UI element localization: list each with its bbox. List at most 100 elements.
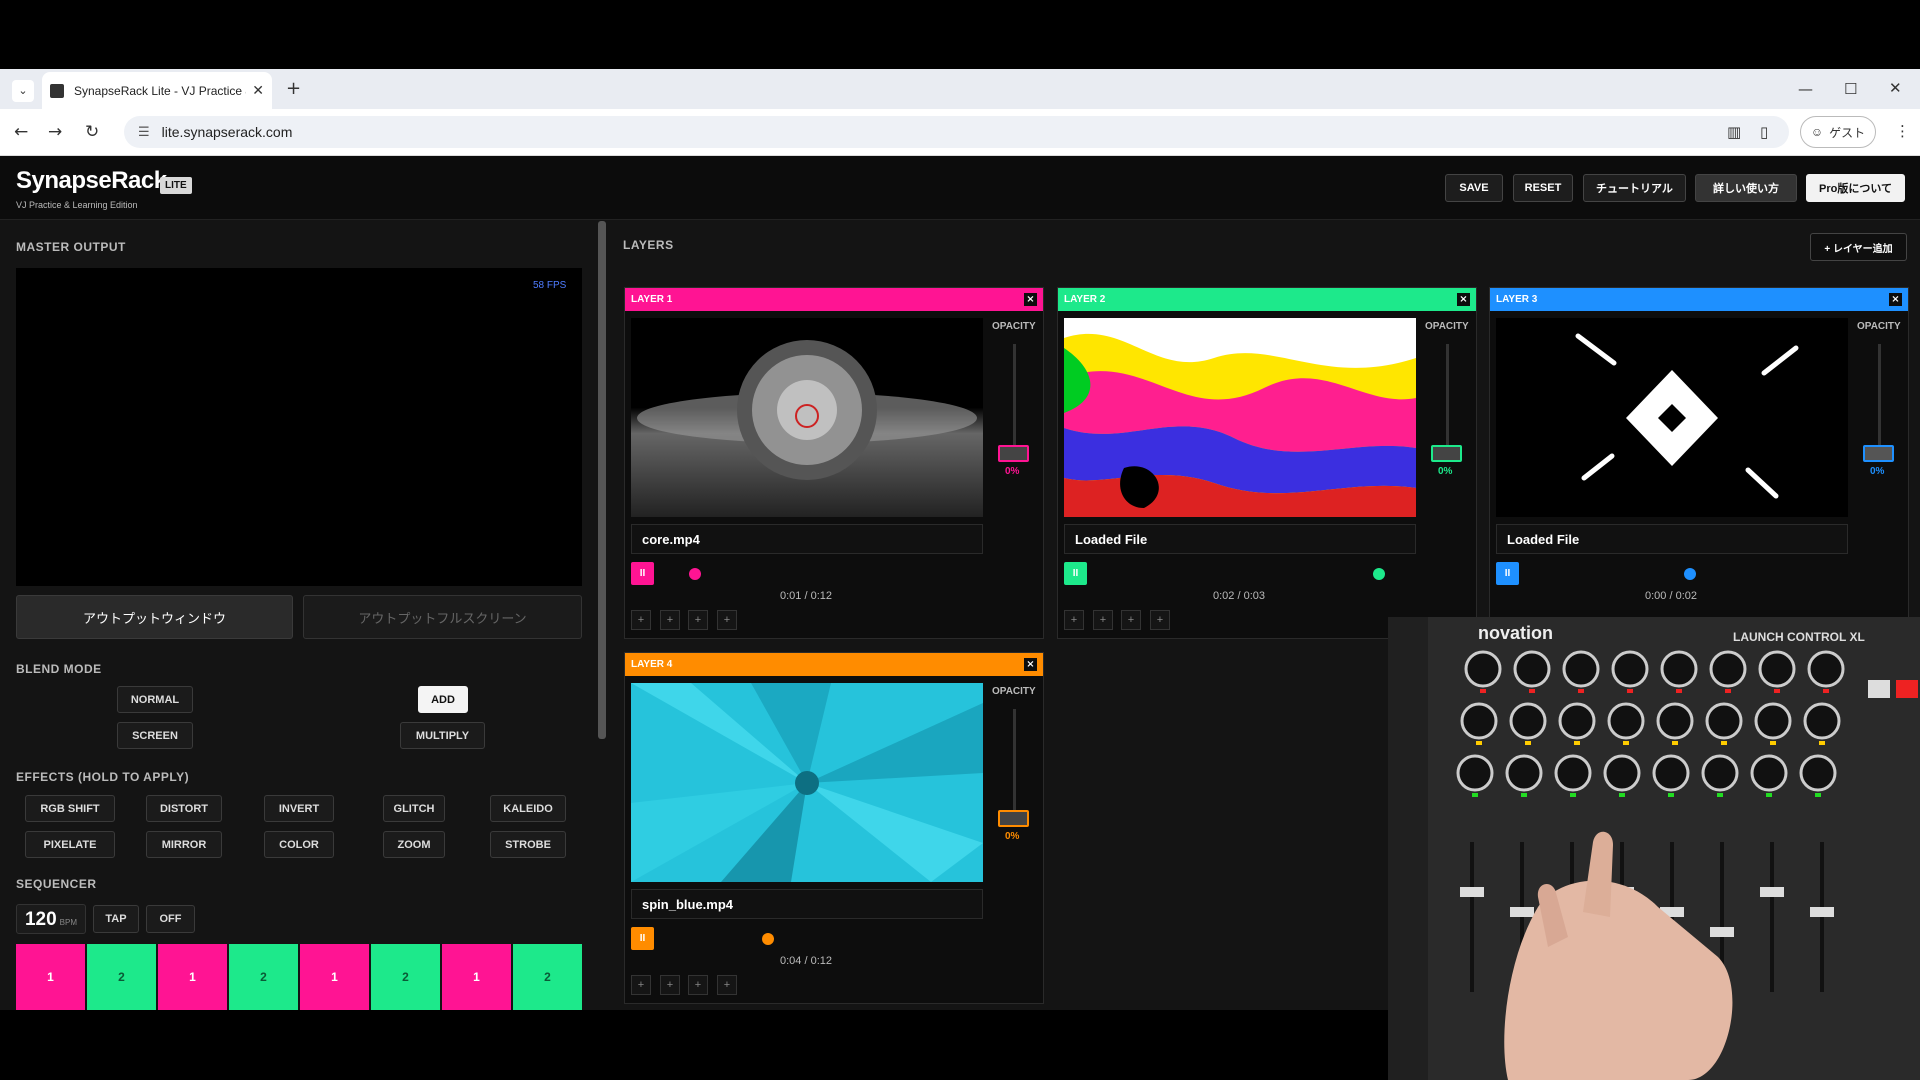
blend-normal-button[interactable]: NORMAL — [117, 686, 193, 713]
more-icon[interactable]: ⋮ — [1895, 122, 1910, 140]
controller-led — [1672, 741, 1678, 745]
tune-icon[interactable]: ☰ — [138, 124, 150, 140]
effect-kaleido-button[interactable]: KALEIDO — [490, 795, 566, 822]
plus-icon[interactable]: + — [717, 975, 737, 995]
sequencer-step[interactable]: 1 — [442, 944, 511, 1010]
layer-thumbnail[interactable] — [631, 318, 983, 517]
save-button[interactable]: SAVE — [1445, 174, 1503, 202]
sequencer-off-button[interactable]: OFF — [146, 905, 195, 933]
playhead-dot[interactable] — [762, 933, 774, 945]
opacity-slider-handle[interactable] — [998, 810, 1029, 827]
playback-time: 0:01 / 0:12 — [780, 590, 832, 602]
opacity-slider-track[interactable] — [1013, 344, 1016, 454]
reload-icon[interactable]: ↻ — [85, 122, 99, 142]
maximize-icon[interactable]: ☐ — [1844, 80, 1857, 98]
effects-title: EFFECTS (HOLD TO APPLY) — [16, 770, 190, 784]
add-layer-button[interactable]: + レイヤー追加 — [1810, 233, 1907, 261]
sequencer-step[interactable]: 2 — [371, 944, 440, 1010]
color-waves-visual — [1064, 318, 1416, 517]
playhead-dot[interactable] — [1684, 568, 1696, 580]
playhead-dot[interactable] — [689, 568, 701, 580]
address-bar[interactable]: ☰ lite.synapserack.com — [124, 116, 1789, 148]
plus-icon[interactable]: + — [1064, 610, 1084, 630]
layer-file-name: Loaded File — [1064, 524, 1416, 554]
sequencer-step[interactable]: 2 — [229, 944, 298, 1010]
forward-icon[interactable]: → — [48, 122, 62, 142]
effect-invert-button[interactable]: INVERT — [264, 795, 334, 822]
plus-icon[interactable]: + — [660, 610, 680, 630]
blend-add-button[interactable]: ADD — [418, 686, 468, 713]
pause-button[interactable]: II — [1496, 562, 1519, 585]
effect-glitch-button[interactable]: GLITCH — [383, 795, 445, 822]
sequencer-step[interactable]: 1 — [300, 944, 369, 1010]
sequencer-step[interactable]: 2 — [513, 944, 582, 1010]
plus-icon[interactable]: + — [1121, 610, 1141, 630]
plus-icon[interactable]: + — [688, 975, 708, 995]
howto-button[interactable]: 詳しい使い方 — [1695, 174, 1797, 202]
layer-thumbnail[interactable] — [631, 683, 983, 882]
plus-icon[interactable]: + — [286, 78, 301, 99]
tutorial-button[interactable]: チュートリアル — [1583, 174, 1686, 202]
effect-strobe-button[interactable]: STROBE — [490, 831, 566, 858]
left-panel-scrollbar[interactable] — [598, 221, 606, 739]
sequencer-step[interactable]: 1 — [16, 944, 85, 1010]
bpm-display[interactable]: 120 BPM — [16, 904, 86, 934]
controller-led — [1619, 793, 1625, 797]
controller-knob — [1803, 702, 1841, 740]
sequencer-step[interactable]: 1 — [158, 944, 227, 1010]
controller-led — [1627, 689, 1633, 693]
tab-list-icon[interactable]: ⌄ — [12, 80, 34, 102]
effect-distort-button[interactable]: DISTORT — [146, 795, 222, 822]
opacity-slider-track[interactable] — [1446, 344, 1449, 454]
effect-zoom-button[interactable]: ZOOM — [383, 831, 445, 858]
sequencer-step[interactable]: 2 — [87, 944, 156, 1010]
master-preview — [16, 268, 582, 586]
close-icon[interactable]: × — [1024, 658, 1037, 671]
playhead-dot[interactable] — [1373, 568, 1385, 580]
pause-button[interactable]: II — [631, 927, 654, 950]
plus-icon[interactable]: + — [688, 610, 708, 630]
browser-tab[interactable]: SynapseRack Lite - VJ Practice & ✕ — [42, 72, 272, 109]
pro-button[interactable]: Pro版について — [1806, 174, 1905, 202]
layer-card-2: LAYER 2 × OPACITY 0% Loaded File II 0:02… — [1057, 287, 1477, 639]
close-icon[interactable]: ✕ — [252, 82, 264, 99]
output-fullscreen-button[interactable]: アウトプットフルスクリーン — [303, 595, 582, 639]
minimize-icon[interactable]: — — [1798, 80, 1813, 98]
effect-mirror-button[interactable]: MIRROR — [146, 831, 222, 858]
effect-color-button[interactable]: COLOR — [264, 831, 334, 858]
profile-button[interactable]: ☺ ゲスト — [1800, 116, 1876, 148]
blend-screen-button[interactable]: SCREEN — [117, 722, 193, 749]
plus-icon[interactable]: + — [660, 975, 680, 995]
blend-multiply-button[interactable]: MULTIPLY — [400, 722, 485, 749]
close-icon[interactable]: × — [1457, 293, 1470, 306]
output-window-button[interactable]: アウトプットウィンドウ — [16, 595, 293, 639]
plus-icon[interactable]: + — [631, 975, 651, 995]
layer-thumbnail[interactable] — [1496, 318, 1848, 517]
close-icon[interactable]: × — [1889, 293, 1902, 306]
pause-button[interactable]: II — [1064, 562, 1087, 585]
opacity-slider-handle[interactable] — [1431, 445, 1462, 462]
plus-icon[interactable]: + — [631, 610, 651, 630]
effect-rgb-shift-button[interactable]: RGB SHIFT — [25, 795, 115, 822]
opacity-slider-track[interactable] — [1878, 344, 1881, 454]
window-close-icon[interactable]: ✕ — [1889, 79, 1902, 97]
close-icon[interactable]: × — [1024, 293, 1037, 306]
account-icon: ☺ — [1810, 125, 1824, 139]
opacity-slider-track[interactable] — [1013, 709, 1016, 819]
effect-pixelate-button[interactable]: PIXELATE — [25, 831, 115, 858]
plus-icon[interactable]: + — [1150, 610, 1170, 630]
layer-thumbnail[interactable] — [1064, 318, 1416, 517]
opacity-slider-handle[interactable] — [998, 445, 1029, 462]
opacity-slider-handle[interactable] — [1863, 445, 1894, 462]
document-icon[interactable]: ▯ — [1760, 123, 1768, 141]
back-icon[interactable]: ← — [14, 122, 28, 142]
tap-button[interactable]: TAP — [93, 905, 139, 933]
plus-icon[interactable]: + — [717, 610, 737, 630]
controller-knob — [1656, 702, 1694, 740]
plus-icon[interactable]: + — [1093, 610, 1113, 630]
reading-icon[interactable]: ▥ — [1727, 123, 1741, 141]
reset-button[interactable]: RESET — [1513, 174, 1573, 202]
layer-label: LAYER 4 — [631, 659, 673, 670]
pause-button[interactable]: II — [631, 562, 654, 585]
playback-time: 0:00 / 0:02 — [1645, 590, 1697, 602]
